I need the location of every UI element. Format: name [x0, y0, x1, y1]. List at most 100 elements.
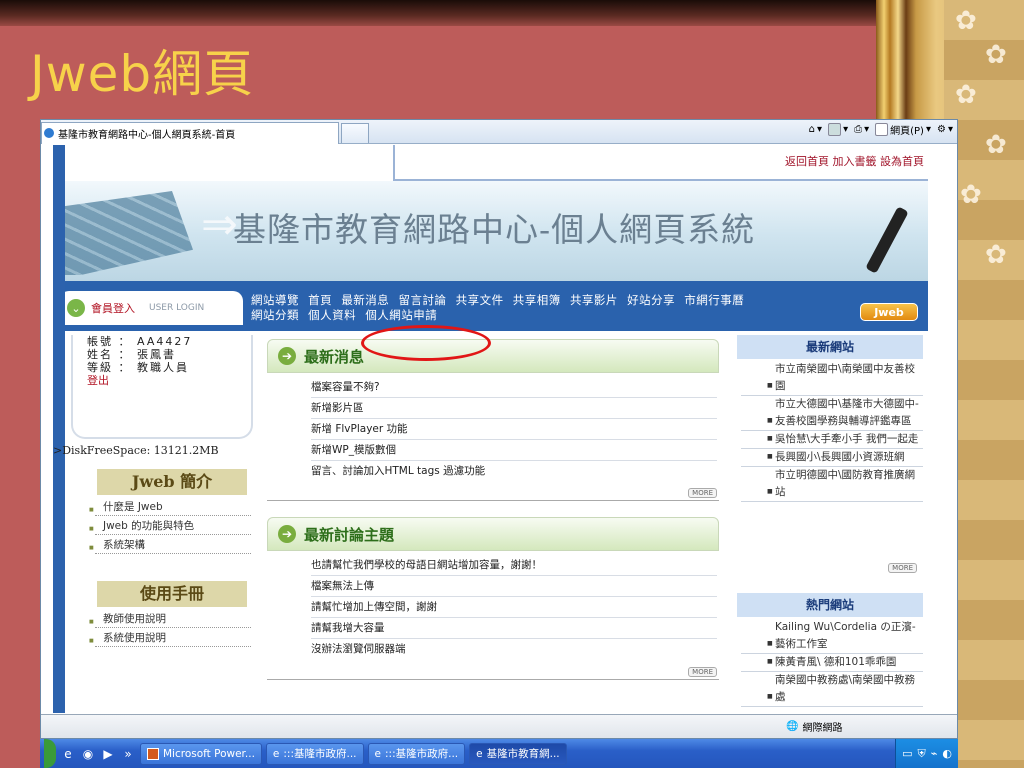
site-nav: ⌄ 會員登入 USER LOGIN 網站導覽 首頁 最新消息 留言討論 共享文件… — [53, 285, 928, 331]
hot-site-item[interactable]: Kailing Wu\Cordelia の正濱-藝術工作室 — [741, 619, 923, 654]
start-button[interactable] — [44, 739, 56, 768]
tools-button[interactable]: ⚙ ▾ — [937, 124, 953, 135]
nav-row-1: 網站導覽 首頁 最新消息 留言討論 共享文件 共享相簿 共享影片 好站分享 市網… — [251, 293, 831, 308]
nav-row-2: 網站分類 個人資料 個人網站申請 — [251, 308, 831, 323]
status-zone-label: 網際網路 — [802, 723, 843, 734]
arrow-circle-icon: ➔ — [278, 525, 296, 543]
link-set-homepage[interactable]: 設為首頁 — [880, 155, 924, 168]
flower-icon: ✿ — [955, 6, 977, 36]
feeds-button[interactable]: ▾ — [828, 123, 848, 136]
nav-guestbook[interactable]: 留言討論 — [398, 293, 446, 307]
browser-tab[interactable]: 基隆市教育網路中心-個人網頁系統-首頁 — [41, 121, 339, 144]
top-links: 返回首頁 加入書籤 設為首頁 — [785, 153, 924, 169]
browser-tabbar: 基隆市教育網路中心-個人網頁系統-首頁 ⌂ ▾ ▾ ⎙ ▾ 網頁(P) ▾ ⚙ ▾ — [41, 120, 957, 144]
flower-icon: ✿ — [955, 80, 977, 110]
keyboard-icon[interactable]: ▭ — [902, 747, 912, 760]
intro-item[interactable]: Jweb 的功能與特色 — [89, 516, 251, 535]
nav-home[interactable]: 首頁 — [308, 293, 332, 307]
nav-profile[interactable]: 個人資料 — [308, 308, 356, 322]
jweb-badge[interactable]: Jweb — [860, 303, 918, 321]
new-tab-button[interactable] — [341, 122, 369, 143]
taskbar-button-label: :::基隆市政府... — [385, 748, 459, 760]
left-column: 帳號 ： AA4427 姓名 ： 張鳳書 等級 ： 教職人員 登出 >DiskF… — [53, 331, 253, 713]
nav-good-sites[interactable]: 好站分享 — [627, 293, 675, 307]
shield-icon[interactable]: ⛨ — [918, 747, 926, 761]
nav-shared-files[interactable]: 共享文件 — [456, 293, 504, 307]
page-menu-button[interactable]: 網頁(P) ▾ — [875, 122, 931, 137]
user-info-box: 帳號 ： AA4427 姓名 ： 張鳳書 等級 ： 教職人員 登出 — [71, 335, 253, 439]
keyboard-graphic — [53, 191, 193, 275]
forum-item[interactable]: 請幫忙增加上傳空間，謝謝 — [311, 597, 717, 618]
chevron-down-icon: ⌄ — [67, 299, 85, 317]
globe-icon: 🌐 — [786, 721, 799, 732]
user-account: 帳號 ： AA4427 — [87, 335, 193, 348]
home-button[interactable]: ⌂ ▾ — [809, 124, 822, 135]
web-page: 返回首頁 加入書籤 設為首頁 ⇒ 基隆市教育網路中心-個人網頁系統 ⌄ 會員登入… — [53, 145, 928, 713]
tab-title: 基隆市教育網路中心-個人網頁系統-首頁 — [58, 129, 236, 141]
manual-list: 教師使用說明 系統使用說明 — [89, 609, 251, 647]
taskbar-button-browser-2[interactable]: e :::基隆市政府... — [367, 742, 466, 765]
forum-item[interactable]: 檔案無法上傳 — [311, 576, 717, 597]
nav-site-categories[interactable]: 網站分類 — [251, 308, 299, 322]
news-item[interactable]: 新增WP_模版數個 — [311, 440, 717, 461]
hot-site-item[interactable]: 南榮國中教務處\南榮國中教務處 — [741, 672, 923, 707]
news-title: 最新消息 — [304, 347, 365, 366]
slide-top-band — [0, 0, 1024, 26]
logout-link[interactable]: 登出 — [87, 374, 251, 387]
status-bar: 🌐 網際網路 — [41, 714, 957, 738]
nav-news[interactable]: 最新消息 — [341, 293, 389, 307]
manual-item[interactable]: 教師使用說明 — [89, 609, 251, 628]
latest-sites-heading: 最新網站 — [737, 335, 923, 359]
manual-item[interactable]: 系統使用說明 — [89, 628, 251, 647]
print-button[interactable]: ⎙ ▾ — [854, 124, 869, 135]
ie-icon: e — [476, 747, 483, 760]
news-item[interactable]: 留言、討論加入HTML tags 過濾功能 — [311, 461, 717, 482]
latest-site-item[interactable]: 市立南榮國中\南榮國中友善校園 — [741, 361, 923, 396]
nav-apply-site[interactable]: 個人網站申請 — [365, 308, 437, 322]
taskbar-button-browser-1[interactable]: e :::基隆市政府... — [265, 742, 364, 765]
latest-site-item[interactable]: 市立大德國中\基隆市大德國中-友善校園學務與輔導評鑑專區 — [741, 396, 923, 431]
login-label-en: USER LOGIN — [149, 303, 205, 313]
user-level: 等級 ： 教職人員 — [87, 361, 189, 374]
latest-site-item[interactable]: 吳怡慧\大手牽小手 我們一起走 — [741, 430, 923, 449]
news-item[interactable]: 檔案容量不夠? — [311, 377, 717, 398]
link-back-home[interactable]: 返回首頁 — [785, 155, 829, 168]
latest-site-item[interactable]: 市立明德國中\國防教育推廣網站 — [741, 467, 923, 502]
media-quicklaunch-icon[interactable]: ▶ — [100, 747, 116, 761]
pen-graphic — [865, 206, 909, 274]
nav-shared-albums[interactable]: 共享相簿 — [513, 293, 561, 307]
command-bar: ⌂ ▾ ▾ ⎙ ▾ 網頁(P) ▾ ⚙ ▾ — [809, 122, 953, 137]
slide-title: Jweb網頁 — [30, 45, 255, 103]
forum-item[interactable]: 也請幫忙我們學校的母語日網站增加容量，謝謝！ — [311, 555, 717, 576]
link-add-bookmark[interactable]: 加入書籤 — [833, 155, 877, 168]
hot-site-item[interactable]: 陳黃青風\ 德和101乖乖園 — [741, 653, 923, 672]
browser-window: 基隆市教育網路中心-個人網頁系統-首頁 ⌂ ▾ ▾ ⎙ ▾ 網頁(P) ▾ ⚙ ▾ 返回… — [40, 119, 958, 739]
forum-item[interactable]: 沒辦法瀏覽伺服器端 — [311, 639, 717, 660]
news-item[interactable]: 新增影片區 — [311, 398, 717, 419]
news-item[interactable]: 新增 FlvPlayer 功能 — [311, 419, 717, 440]
forum-header: ➔ 最新討論主題 — [267, 517, 719, 551]
nav-shared-videos[interactable]: 共享影片 — [570, 293, 618, 307]
nav-site-map[interactable]: 網站導覽 — [251, 293, 299, 307]
network-icon[interactable]: ⌁ — [931, 747, 938, 760]
firefox-quicklaunch-icon[interactable]: ◉ — [80, 747, 96, 761]
intro-item[interactable]: 系統架構 — [89, 535, 251, 554]
taskbar-button-browser-3[interactable]: e 基隆市教育網... — [469, 742, 567, 765]
user-name: 姓名 ： 張鳳書 — [87, 348, 176, 361]
latest-sites-list: 市立南榮國中\南榮國中友善校園 市立大德國中\基隆市大德國中-友善校園學務與輔導… — [741, 361, 923, 502]
ie-quicklaunch-icon[interactable]: e — [60, 747, 76, 761]
more-quicklaunch-icon[interactable]: » — [120, 747, 136, 761]
latest-sites-more-button[interactable]: MORE — [888, 563, 917, 573]
gear-icon: ⚙ — [937, 124, 946, 135]
latest-site-item[interactable]: 長興國小\長興國小資源班網 — [741, 448, 923, 467]
volume-icon[interactable]: ◐ — [942, 747, 952, 760]
intro-item[interactable]: 什麼是 Jweb — [89, 497, 251, 516]
home-icon: ⌂ — [808, 124, 816, 135]
login-tab[interactable]: ⌄ 會員登入 USER LOGIN — [59, 291, 243, 325]
taskbar-button-powerpoint[interactable]: Microsoft Power... — [140, 742, 262, 765]
top-links-box: 返回首頁 加入書籤 設為首頁 — [393, 145, 928, 181]
manual-heading: 使用手冊 — [97, 581, 247, 607]
forum-item[interactable]: 請幫我增大容量 — [311, 618, 717, 639]
ie-icon: e — [272, 747, 280, 760]
nav-calendar[interactable]: 市網行事曆 — [684, 293, 744, 307]
